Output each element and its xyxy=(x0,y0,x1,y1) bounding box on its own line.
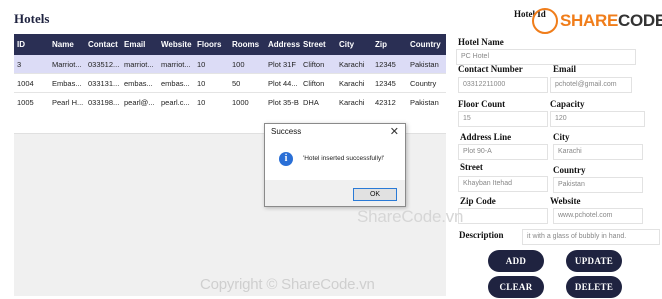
city-label: City xyxy=(553,132,570,142)
address-line-input[interactable]: Plot 90-A xyxy=(458,144,548,160)
page-title: Hotels xyxy=(14,11,50,26)
table-cell[interactable]: Karachi xyxy=(336,92,372,112)
success-dialog: Success ✕ i 'Hotel inserted successfully… xyxy=(264,123,406,207)
dialog-titlebar[interactable]: Success ✕ xyxy=(265,124,405,140)
logo-text: SHARECODE.vn xyxy=(560,11,662,31)
column-header[interactable]: Email xyxy=(121,34,158,55)
floor-count-label: Floor Count xyxy=(458,99,506,109)
table-cell[interactable]: Plot 44... xyxy=(265,73,300,93)
column-header[interactable]: Address xyxy=(265,34,300,55)
table-cell[interactable]: Pearl H... xyxy=(49,92,85,112)
dialog-message: 'Hotel inserted successfully!' xyxy=(303,155,385,162)
website-label: Website xyxy=(550,196,581,206)
table-cell[interactable]: Marriot... xyxy=(49,55,85,74)
street-input[interactable]: Khayban Itehad xyxy=(458,176,548,192)
table-cell[interactable]: 1000 xyxy=(229,92,265,112)
table-cell[interactable]: embas... xyxy=(158,73,194,93)
table-cell[interactable]: 033512... xyxy=(85,55,121,74)
column-header[interactable]: Name xyxy=(49,34,85,55)
logo-code-text: CODE.vn xyxy=(618,11,662,30)
table-cell[interactable]: Karachi xyxy=(336,73,372,93)
country-label: Country xyxy=(553,165,586,175)
table-cell[interactable]: 42312 xyxy=(372,92,407,112)
table-cell[interactable]: 12345 xyxy=(372,73,407,93)
table-row[interactable]: 3 Marriot... 033512... marriot... marrio… xyxy=(14,55,446,74)
floor-count-input[interactable]: 15 xyxy=(458,111,548,127)
table-cell[interactable]: 1005 xyxy=(14,92,49,112)
update-button[interactable]: UPDATE xyxy=(566,250,622,272)
table-cell[interactable]: marriot... xyxy=(121,55,158,74)
table-row[interactable]: 1004 Embas... 033131... embas... embas..… xyxy=(14,73,446,93)
zip-code-input[interactable] xyxy=(458,208,548,224)
table-cell[interactable]: 10 xyxy=(194,55,229,74)
info-icon: i xyxy=(279,152,293,166)
table-row[interactable]: 1005 Pearl H... 033198... pearl@... pear… xyxy=(14,92,446,112)
description-input[interactable]: it with a glass of bubbly in hand. xyxy=(522,229,660,245)
table-cell[interactable]: 3 xyxy=(14,55,49,74)
table-header-row: ID Name Contact Email Website Floors Roo… xyxy=(14,34,446,55)
street-label: Street xyxy=(460,162,483,172)
column-header[interactable]: Street xyxy=(300,34,336,55)
table-cell[interactable]: Clifton xyxy=(300,55,336,74)
email-input[interactable]: pchotel@gmail.com xyxy=(550,77,632,93)
logo-circle-icon xyxy=(532,8,558,34)
dialog-title: Success xyxy=(271,127,302,136)
table-cell[interactable]: Plot 35-B xyxy=(265,92,300,112)
table-cell[interactable]: marriot... xyxy=(158,55,194,74)
table-cell[interactable]: DHA xyxy=(300,92,336,112)
table-cell[interactable]: 50 xyxy=(229,73,265,93)
address-line-label: Address Line xyxy=(460,132,512,142)
table-cell[interactable]: 100 xyxy=(229,55,265,74)
table-cell[interactable]: 10 xyxy=(194,73,229,93)
zip-code-label: Zip Code xyxy=(460,196,496,206)
hotel-name-label: Hotel Name xyxy=(458,37,504,47)
contact-number-label: Contact Number xyxy=(458,64,523,74)
email-label: Email xyxy=(553,64,577,74)
table-cell[interactable]: Embas... xyxy=(49,73,85,93)
column-header[interactable]: City xyxy=(336,34,372,55)
description-label: Description xyxy=(459,230,504,240)
hotel-name-input[interactable]: PC Hotel xyxy=(456,49,636,65)
column-header[interactable]: Floors xyxy=(194,34,229,55)
table-cell[interactable]: pearl.c... xyxy=(158,92,194,112)
table-cell[interactable]: 10 xyxy=(194,92,229,112)
watermark-center: ShareCode.vn xyxy=(357,207,464,226)
hotels-table[interactable]: ID Name Contact Email Website Floors Roo… xyxy=(14,34,446,112)
capacity-label: Capacity xyxy=(550,99,585,109)
table-cell[interactable]: Pakistan xyxy=(407,92,446,112)
table-cell[interactable]: 033198... xyxy=(85,92,121,112)
ok-button[interactable]: OK xyxy=(353,188,397,201)
column-header[interactable]: Zip xyxy=(372,34,407,55)
column-header[interactable]: Country xyxy=(407,34,446,55)
table-cell[interactable]: 033131... xyxy=(85,73,121,93)
table-cell[interactable]: Clifton xyxy=(300,73,336,93)
column-header[interactable]: Website xyxy=(158,34,194,55)
city-input[interactable]: Karachi xyxy=(553,144,643,160)
contact-number-input[interactable]: 03312211000 xyxy=(458,77,548,93)
website-input[interactable]: www.pchotel.com xyxy=(553,208,643,224)
clear-button[interactable]: CLEAR xyxy=(488,276,544,298)
column-header[interactable]: ID xyxy=(14,34,49,55)
table-cell[interactable]: pearl@... xyxy=(121,92,158,112)
delete-button[interactable]: DELETE xyxy=(566,276,622,298)
close-icon[interactable]: ✕ xyxy=(390,125,399,139)
column-header[interactable]: Contact xyxy=(85,34,121,55)
dialog-body: i 'Hotel inserted successfully!' xyxy=(265,140,405,180)
watermark-copyright: Copyright © ShareCode.vn xyxy=(200,276,375,293)
table-cell[interactable]: Karachi xyxy=(336,55,372,74)
table-cell[interactable]: Country xyxy=(407,73,446,93)
country-input[interactable]: Pakistan xyxy=(553,177,643,193)
table-cell[interactable]: Pakistan xyxy=(407,55,446,74)
capacity-input[interactable]: 120 xyxy=(550,111,645,127)
table-cell[interactable]: Plot 31F xyxy=(265,55,300,74)
column-header[interactable]: Rooms xyxy=(229,34,265,55)
table-cell[interactable]: embas... xyxy=(121,73,158,93)
logo-share-text: SHARE xyxy=(560,11,619,30)
add-button[interactable]: ADD xyxy=(488,250,544,272)
table-cell[interactable]: 12345 xyxy=(372,55,407,74)
table-cell[interactable]: 1004 xyxy=(14,73,49,93)
